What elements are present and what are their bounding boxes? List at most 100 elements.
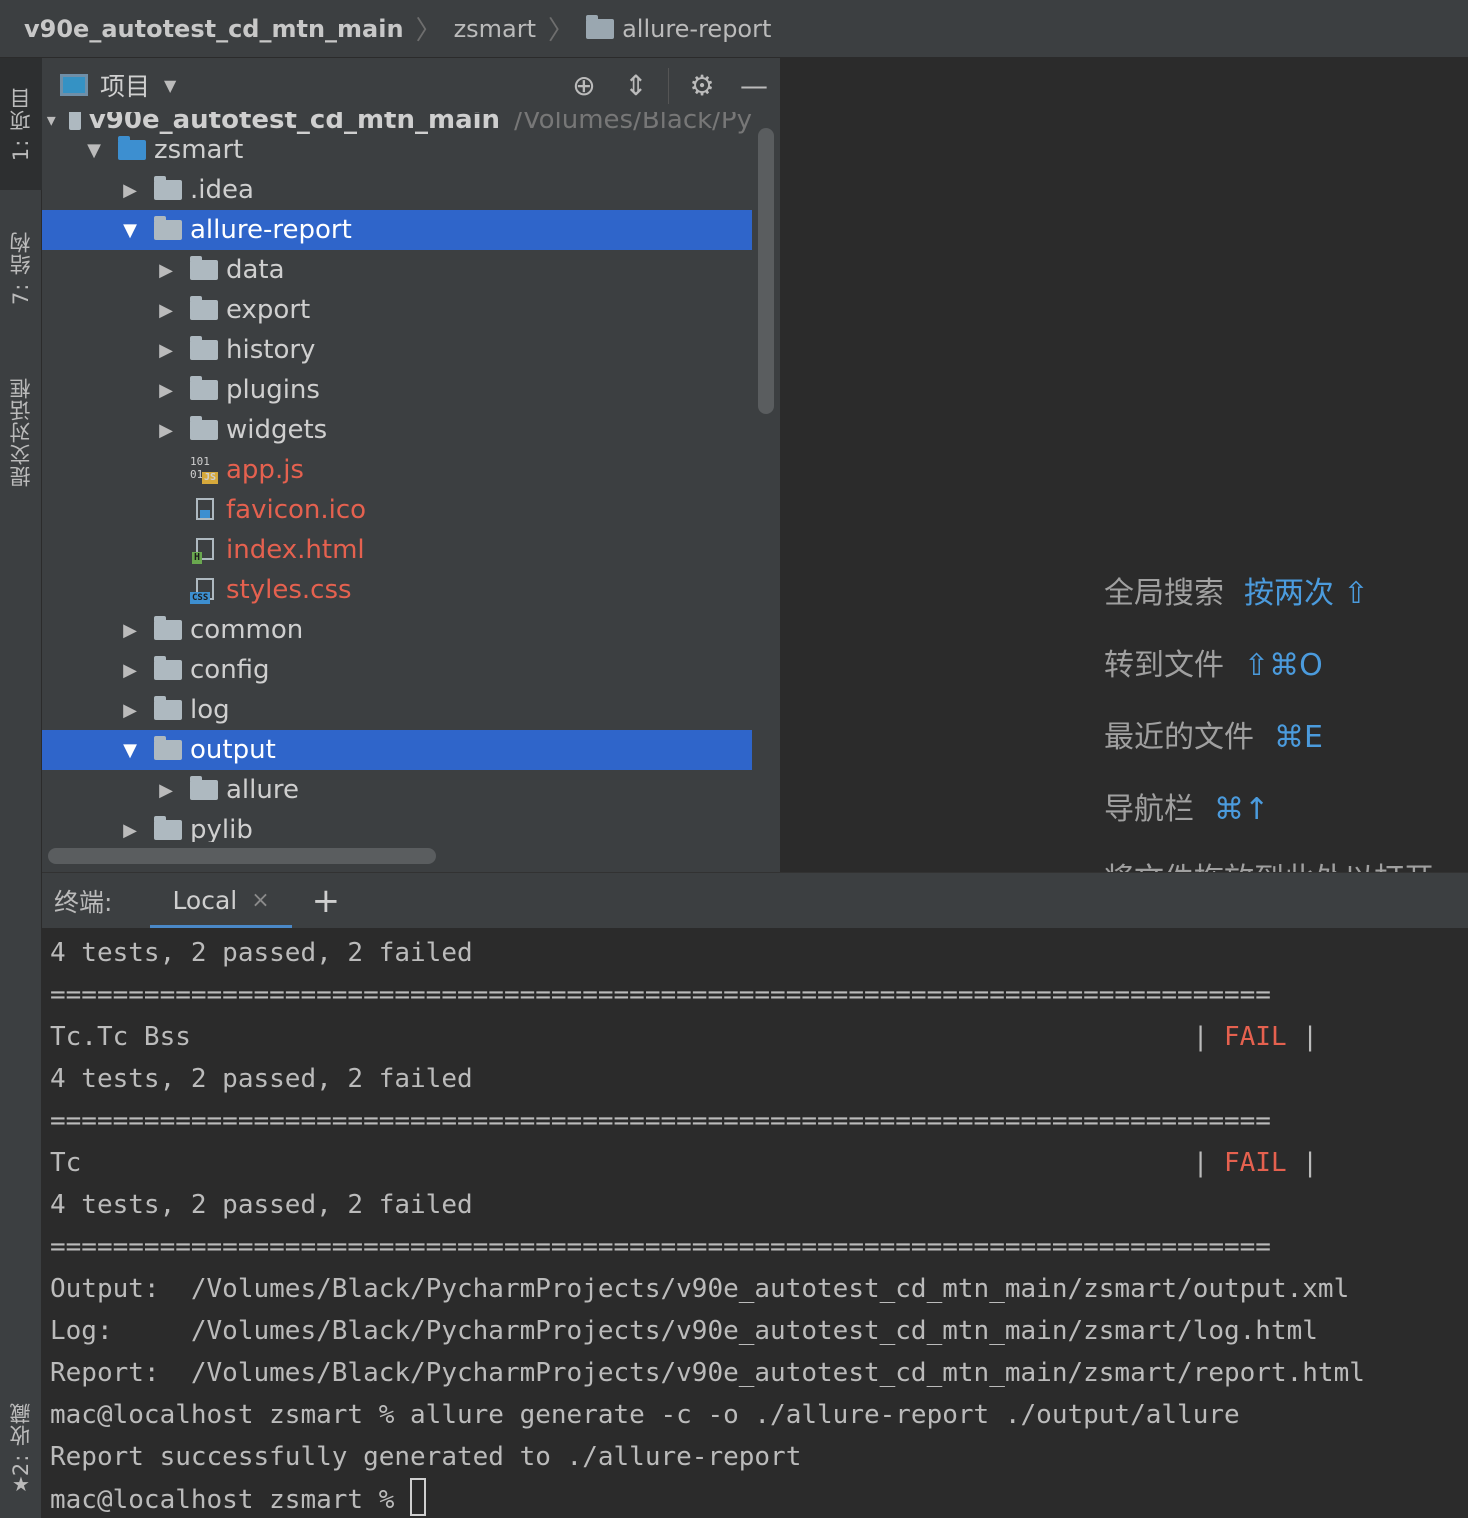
- hint-search-everywhere: 全局搜索 按两次 ⇧: [1104, 568, 1369, 612]
- css-file-icon: CSS: [190, 576, 218, 604]
- terminal-line: ========================================…: [50, 980, 1271, 1010]
- tree-row-app-js[interactable]: 101 01 JS app.js: [42, 450, 752, 490]
- js-file-icon: 101 01 JS: [190, 455, 219, 484]
- hint-shortcut: ⌘E: [1274, 720, 1323, 755]
- navigation-breadcrumb: v90e_autotest_cd_mtn_main 〉 zsmart 〉 all…: [0, 0, 1468, 58]
- breadcrumb-zsmart[interactable]: zsmart: [454, 15, 536, 43]
- tree-row-idea[interactable]: ▶ .idea: [42, 170, 752, 210]
- tree-row-label: allure: [226, 775, 299, 805]
- terminal-prompt-line[interactable]: mac@localhost zsmart %: [50, 1478, 427, 1518]
- gear-icon[interactable]: ⚙: [684, 68, 720, 104]
- horizontal-scrollbar[interactable]: [48, 848, 436, 864]
- tree-row-label: output: [190, 735, 276, 765]
- caret-right-icon[interactable]: ▶: [154, 300, 178, 321]
- folder-icon: [190, 416, 218, 440]
- vertical-scrollbar[interactable]: [758, 128, 774, 414]
- caret-down-icon[interactable]: ▼: [82, 140, 106, 161]
- breadcrumb-allure-report[interactable]: allure-report: [622, 15, 771, 43]
- close-icon[interactable]: ×: [251, 888, 269, 913]
- caret-right-icon[interactable]: ▶: [118, 620, 142, 641]
- locate-icon[interactable]: ⊕: [566, 68, 602, 104]
- tree-row-label: app.js: [226, 455, 304, 485]
- caret-right-icon[interactable]: ▶: [154, 260, 178, 281]
- add-terminal-icon[interactable]: +: [312, 881, 341, 921]
- tree-row-plugins[interactable]: ▶ plugins: [42, 370, 752, 410]
- tree-row-allure-report[interactable]: ▼ allure-report: [42, 210, 752, 250]
- caret-right-icon[interactable]: ▶: [154, 420, 178, 441]
- tree-row-data[interactable]: ▶ data: [42, 250, 752, 290]
- tree-row-label: styles.css: [226, 575, 352, 605]
- folder-icon: [190, 296, 218, 320]
- terminal-line: ========================================…: [50, 1232, 1271, 1262]
- folder-icon: [190, 776, 218, 800]
- collapse-all-icon[interactable]: ⇕: [618, 68, 654, 104]
- terminal-line: Report: /Volumes/Black/PycharmProjects/v…: [50, 1358, 1365, 1388]
- tree-row-zsmart[interactable]: ▼ zsmart: [42, 130, 752, 170]
- fail-status: FAIL: [1224, 1022, 1287, 1052]
- caret-down-icon[interactable]: ▼: [118, 220, 142, 241]
- fail-status: FAIL: [1224, 1148, 1287, 1178]
- tree-row-styles-css[interactable]: CSS styles.css: [42, 570, 752, 610]
- tree-row-label: history: [226, 335, 316, 365]
- minimize-icon[interactable]: —: [736, 68, 772, 104]
- caret-right-icon[interactable]: ▶: [154, 340, 178, 361]
- tree-row-label: log: [190, 695, 230, 725]
- tree-row-output[interactable]: ▼ output: [42, 730, 752, 770]
- terminal-tab-local[interactable]: Local ×: [150, 873, 292, 929]
- hint-shortcut: ⌘↑: [1214, 792, 1270, 827]
- tool-window-stripe: 1: 项目 7: 结构 提交对话框 2: 收藏 ★: [0, 58, 42, 1518]
- caret-right-icon[interactable]: ▶: [118, 820, 142, 841]
- tree-row-favicon[interactable]: favicon.ico: [42, 490, 752, 530]
- stripe-tab-project[interactable]: 1: 项目: [0, 58, 42, 190]
- caret-right-icon[interactable]: ▶: [118, 660, 142, 681]
- tree-row-label: .idea: [190, 175, 254, 205]
- tree-row-history[interactable]: ▶ history: [42, 330, 752, 370]
- tree-row-allure[interactable]: ▶ allure: [42, 770, 752, 810]
- header-divider: [668, 68, 669, 104]
- project-title[interactable]: 项目: [100, 67, 150, 103]
- caret-right-icon[interactable]: ▶: [154, 380, 178, 401]
- terminal-output[interactable]: 4 tests, 2 passed, 2 failed ============…: [42, 928, 1468, 1518]
- breadcrumb-project[interactable]: v90e_autotest_cd_mtn_main: [24, 15, 404, 43]
- tree-row-label: data: [226, 255, 285, 285]
- caret-down-icon[interactable]: ▾: [46, 112, 57, 131]
- folder-icon: [190, 256, 218, 280]
- tree-row-label: common: [190, 615, 304, 645]
- tree-row-index-html[interactable]: H index.html: [42, 530, 752, 570]
- hint-go-to-file: 转到文件 ⇧⌘O: [1104, 640, 1323, 684]
- folder-icon: [190, 336, 218, 360]
- tree-row-pylib[interactable]: ▶ pylib: [42, 810, 752, 842]
- image-file-icon: [190, 496, 218, 524]
- terminal-line: ========================================…: [50, 1106, 1271, 1136]
- tree-row-label: allure-report: [190, 215, 352, 245]
- folder-icon: [154, 616, 182, 640]
- hint-shortcut: 按两次 ⇧: [1244, 576, 1369, 611]
- caret-right-icon[interactable]: ▶: [154, 780, 178, 801]
- hint-drop-files: 将文件拖放到此处以打开: [1104, 854, 1434, 872]
- star-icon: ★: [12, 1472, 30, 1496]
- caret-down-icon[interactable]: ▼: [164, 76, 176, 95]
- hint-label: 将文件拖放到此处以打开: [1104, 862, 1434, 872]
- tree-row-config[interactable]: ▶ config: [42, 650, 752, 690]
- tree-row-label: export: [226, 295, 311, 325]
- folder-icon: [154, 816, 182, 840]
- hint-recent-files: 最近的文件 ⌘E: [1104, 712, 1323, 756]
- tree-row-export[interactable]: ▶ export: [42, 290, 752, 330]
- terminal-line: mac@localhost zsmart % allure generate -…: [50, 1400, 1240, 1430]
- caret-down-icon[interactable]: ▼: [118, 740, 142, 761]
- terminal-line: 4 tests, 2 passed, 2 failed: [50, 1064, 473, 1094]
- html-file-icon: H: [190, 536, 218, 564]
- stripe-tab-structure[interactable]: 7: 结构: [0, 208, 42, 328]
- folder-icon: [154, 176, 182, 200]
- tree-row-label: pylib: [190, 815, 253, 842]
- tree-row-widgets[interactable]: ▶ widgets: [42, 410, 752, 450]
- hint-shortcut: ⇧⌘O: [1244, 648, 1323, 683]
- stripe-tab-commit-label: 提交对话框: [9, 377, 33, 487]
- tree-row-common[interactable]: ▶ common: [42, 610, 752, 650]
- caret-right-icon[interactable]: ▶: [118, 700, 142, 721]
- tree-row-log[interactable]: ▶ log: [42, 690, 752, 730]
- caret-right-icon[interactable]: ▶: [118, 180, 142, 201]
- terminal-line: 4 tests, 2 passed, 2 failed: [50, 1190, 473, 1220]
- stripe-tab-commit[interactable]: 提交对话框: [0, 354, 42, 510]
- hint-navigation-bar: 导航栏 ⌘↑: [1104, 784, 1269, 828]
